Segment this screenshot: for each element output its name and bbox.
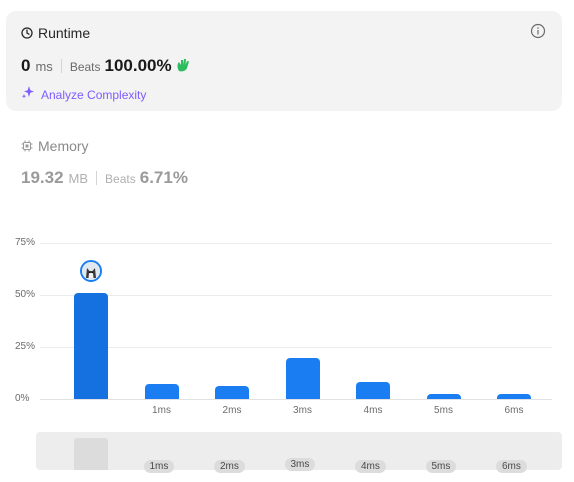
x-tick-label: 5ms (434, 405, 453, 416)
chart-bar-5ms[interactable] (426, 394, 461, 399)
chart-bar-6ms[interactable] (497, 394, 531, 399)
analyze-complexity-label: Analyze Complexity (41, 87, 147, 102)
runtime-stats: 0 ms Beats 100.00% (21, 56, 191, 76)
y-tick-label: 25% (15, 341, 36, 352)
clock-icon (21, 27, 33, 39)
memory-value: 19.32 (21, 168, 64, 187)
sparkle-icon (21, 85, 35, 104)
x-tick-label: 6ms (504, 405, 524, 416)
analyze-complexity-button[interactable]: Analyze Complexity (21, 85, 146, 104)
runtime-distribution-chart: 0% 25% 50% 75% 1ms 2ms 3ms 4ms 5ms 6ms (0, 225, 574, 425)
chart-bar-4ms[interactable] (356, 382, 390, 399)
user-avatar[interactable] (80, 259, 102, 282)
chart-bar-2ms[interactable] (215, 386, 249, 399)
range-tick-1ms[interactable]: 1ms (143, 460, 175, 473)
stat-divider (60, 59, 62, 73)
x-tick-label: 3ms (293, 405, 312, 416)
range-selector[interactable]: 1ms 2ms 3ms 4ms 5ms 6ms (36, 432, 562, 473)
range-tick-5ms[interactable]: 5ms (425, 460, 457, 473)
memory-title: Memory (38, 138, 89, 154)
y-tick-label: 50% (15, 289, 36, 300)
range-tick-3ms[interactable]: 3ms (284, 458, 316, 471)
memory-beats-label: Beats (105, 172, 136, 186)
gridline (40, 347, 552, 348)
memory-header: Memory (21, 138, 89, 154)
runtime-unit: ms (35, 59, 53, 74)
x-tick-label: 1ms (152, 405, 171, 416)
clap-icon (176, 58, 191, 75)
chart-bar-1ms[interactable] (144, 384, 179, 399)
chart-bar-3ms[interactable] (285, 358, 320, 399)
range-tick-2ms[interactable]: 2ms (214, 460, 245, 473)
x-tick-label: 2ms (222, 405, 242, 416)
y-tick-label: 0% (15, 393, 30, 404)
runtime-header: Runtime (21, 25, 90, 41)
info-icon[interactable] (530, 23, 546, 39)
runtime-value: 0 (21, 56, 31, 75)
cpu-icon (21, 140, 33, 152)
memory-beats-value: 6.71% (139, 168, 188, 187)
stat-divider (96, 171, 98, 185)
range-tick-4ms[interactable]: 4ms (355, 460, 386, 473)
y-tick-label: 75% (15, 237, 36, 248)
runtime-beats-label: Beats (69, 60, 101, 74)
gridline (40, 295, 552, 296)
mini-bar (74, 438, 108, 470)
range-tick-6ms[interactable]: 6ms (496, 460, 527, 473)
memory-stats: 19.32 MB Beats 6.71% (21, 168, 188, 188)
memory-card[interactable]: Memory 19.32 MB Beats 6.71% (6, 130, 562, 200)
chart-bar-0ms[interactable] (74, 292, 108, 399)
runtime-title: Runtime (38, 25, 91, 41)
memory-unit: MB (68, 171, 89, 186)
gridline (40, 399, 552, 400)
runtime-beats-value: 100.00% (104, 56, 172, 75)
gridline (40, 243, 552, 244)
runtime-card: Runtime 0 ms Beats 100.00% Analyze Compl… (6, 11, 562, 111)
x-tick-label: 4ms (363, 405, 383, 416)
